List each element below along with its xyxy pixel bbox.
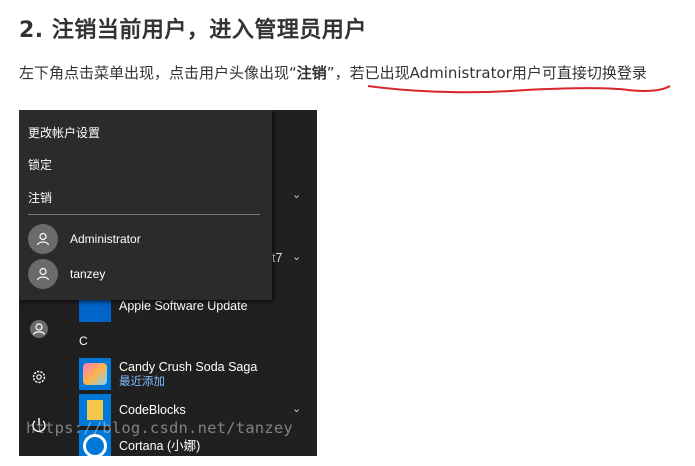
user-avatar-icon[interactable] — [30, 320, 48, 343]
user-avatar-icon — [28, 224, 58, 254]
user-item-tanzey[interactable]: tanzey — [28, 258, 105, 290]
menu-divider — [28, 214, 260, 215]
candy-crush-icon — [79, 358, 111, 390]
watermark-url: https://blog.csdn.net/tanzey — [26, 419, 293, 437]
paragraph-part1: 左下角点击菜单出现，点击用户头像出现“ — [19, 64, 297, 82]
user-item-administrator[interactable]: Administrator — [28, 223, 141, 255]
letter-header[interactable]: C — [79, 334, 88, 348]
sign-out-item[interactable]: 注销 — [28, 189, 52, 206]
change-account-settings-item[interactable]: 更改帐户设置 — [28, 124, 100, 141]
user-popup-menu: 更改帐户设置 锁定 注销 Administrator tanzey — [19, 110, 272, 300]
user-name: Administrator — [70, 232, 141, 246]
red-underline — [367, 85, 671, 94]
paragraph-part2: ”， — [326, 64, 350, 82]
user-name: tanzey — [70, 267, 106, 281]
chevron-down-icon[interactable]: ⌄ — [292, 250, 301, 263]
user-avatar-icon — [28, 259, 58, 289]
app-item-candy-crush[interactable]: Candy Crush Soda Saga 最近添加 — [79, 358, 257, 390]
chevron-down-icon[interactable]: ⌄ — [292, 402, 301, 415]
chevron-down-icon[interactable]: ⌄ — [292, 188, 301, 201]
paragraph-bold: 注销 — [296, 64, 327, 82]
lock-item[interactable]: 锁定 — [28, 156, 52, 173]
app-name: Cortana (小娜) — [119, 438, 201, 453]
recently-added-label: 最近添加 — [119, 375, 165, 388]
gear-icon[interactable] — [30, 368, 48, 391]
app-name: Apple Software Update — [119, 298, 248, 313]
partial-group-label: t7 — [272, 251, 283, 265]
app-name: CodeBlocks — [119, 402, 186, 417]
start-menu-screenshot: ⌄ t7 ⌄ Apple Software Update C Candy Cru… — [19, 110, 317, 456]
app-name: Candy Crush Soda Saga — [119, 359, 258, 374]
section-heading: 2. 注销当前用户，进入管理员用户 — [19, 18, 367, 43]
